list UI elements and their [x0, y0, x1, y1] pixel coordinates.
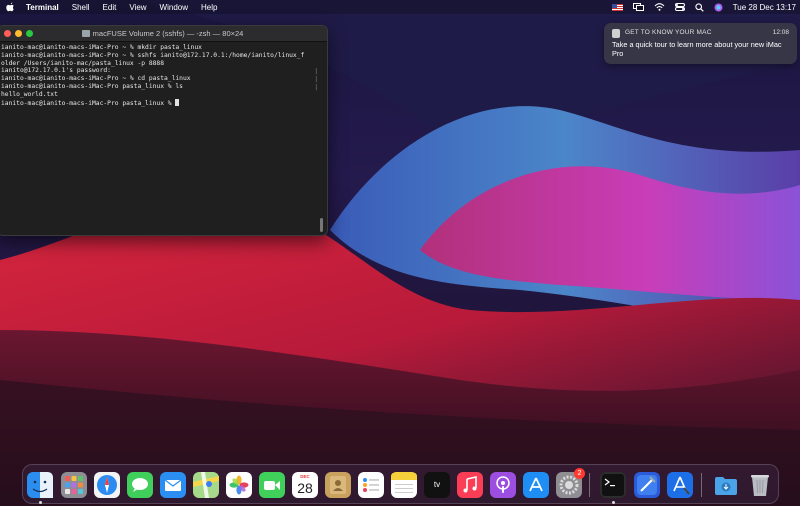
maps-icon[interactable] — [193, 472, 219, 498]
messages-icon[interactable] — [127, 472, 153, 498]
podcasts-icon[interactable] — [490, 472, 516, 498]
menu-bar: Terminal Shell Edit View Window Help Tue… — [0, 0, 800, 14]
terminal-running-indicator — [612, 501, 615, 504]
apple-menu-icon[interactable] — [6, 2, 16, 12]
menu-terminal[interactable]: Terminal — [26, 3, 59, 12]
downloads-folder-icon[interactable] — [713, 472, 739, 498]
system-preferences-icon[interactable]: 2 — [556, 468, 585, 498]
reminders-icon[interactable] — [358, 472, 384, 498]
facetime-icon[interactable] — [259, 472, 285, 498]
xcode-icon[interactable] — [634, 472, 660, 498]
photos-icon[interactable] — [226, 472, 252, 498]
menu-shell[interactable]: Shell — [72, 3, 90, 12]
menu-window[interactable]: Window — [160, 3, 188, 12]
terminal-titlebar[interactable]: macFUSE Volume 2 (sshfs) — -zsh — 80×24 — [0, 26, 327, 42]
appstore-icon[interactable] — [523, 472, 549, 498]
terminal-icon[interactable] — [600, 472, 626, 504]
menu-edit[interactable]: Edit — [103, 3, 117, 12]
calendar-day: 28 — [297, 480, 313, 496]
mail-icon[interactable] — [160, 472, 186, 498]
terminal-right-edge-marks: | | | — [314, 68, 318, 91]
terminal-output[interactable]: ianito-mac@ianito-macs-iMac-Pro ~ % mkdi… — [0, 42, 327, 109]
tips-app-icon — [612, 29, 620, 38]
terminal-prompt-line: ianito-mac@ianito-macs-iMac-Pro pasta_li… — [1, 99, 176, 107]
terminal-scrollbar[interactable] — [320, 218, 323, 232]
spotlight-search-icon[interactable] — [695, 2, 704, 12]
menu-help[interactable]: Help — [201, 3, 217, 12]
terminal-line: older /Users/ianito-mac/pasta_linux -p 8… — [1, 59, 165, 67]
terminal-cursor — [175, 98, 180, 106]
notification-body: Take a quick tour to learn more about yo… — [612, 40, 782, 58]
calendar-icon[interactable]: DEC 28 — [292, 472, 318, 498]
notification-time: 12:08 — [772, 29, 789, 36]
safari-icon[interactable] — [94, 472, 120, 498]
terminal-line: ianito-mac@ianito-macs-iMac-Pro pasta_li… — [1, 82, 183, 90]
appletv-icon[interactable]: tv — [424, 472, 450, 498]
calendar-month: DEC — [300, 474, 310, 479]
system-preferences-badge: 2 — [574, 468, 585, 479]
notes-icon[interactable] — [391, 472, 417, 498]
screen-mirroring-icon[interactable] — [632, 3, 644, 11]
xcode-instruments-icon[interactable] — [667, 472, 693, 498]
appletv-label: tv — [433, 480, 441, 489]
terminal-line: ianito-mac@ianito-macs-iMac-Pro ~ % sshf… — [1, 51, 305, 59]
siri-icon[interactable] — [714, 3, 723, 12]
wifi-icon[interactable] — [654, 3, 665, 11]
terminal-line: ianito-mac@ianito-macs-iMac-Pro ~ % mkdi… — [1, 44, 202, 51]
notification-banner[interactable]: GET TO KNOW YOUR MAC 12:08 Take a quick … — [604, 23, 797, 64]
notification-app-name: GET TO KNOW YOUR MAC — [625, 29, 712, 36]
music-icon[interactable] — [457, 472, 483, 498]
launchpad-icon[interactable] — [61, 472, 87, 498]
terminal-window-title: macFUSE Volume 2 (sshfs) — -zsh — 80×24 — [92, 29, 244, 38]
us-flag-input-icon[interactable] — [611, 3, 623, 11]
trash-icon[interactable] — [747, 472, 773, 498]
menu-view[interactable]: View — [129, 3, 146, 12]
terminal-line: hello_world.txt — [1, 90, 58, 98]
menu-bar-clock[interactable]: Tue 28 Dec 13:17 — [733, 3, 796, 12]
disk-volume-icon — [81, 30, 90, 37]
finder-icon[interactable] — [27, 472, 53, 504]
dock-separator — [589, 473, 590, 497]
finder-running-indicator — [39, 501, 42, 504]
terminal-line: ianito@172.17.0.1's password: — [1, 67, 111, 75]
terminal-line: ianito-mac@ianito-macs-iMac-Pro ~ % cd p… — [1, 75, 191, 83]
terminal-window[interactable]: macFUSE Volume 2 (sshfs) — -zsh — 80×24 … — [0, 25, 328, 236]
control-center-icon[interactable] — [674, 3, 685, 11]
contacts-icon[interactable] — [325, 472, 351, 498]
dock: DEC 28 tv 2 — [22, 464, 779, 504]
dock-separator — [701, 473, 702, 497]
